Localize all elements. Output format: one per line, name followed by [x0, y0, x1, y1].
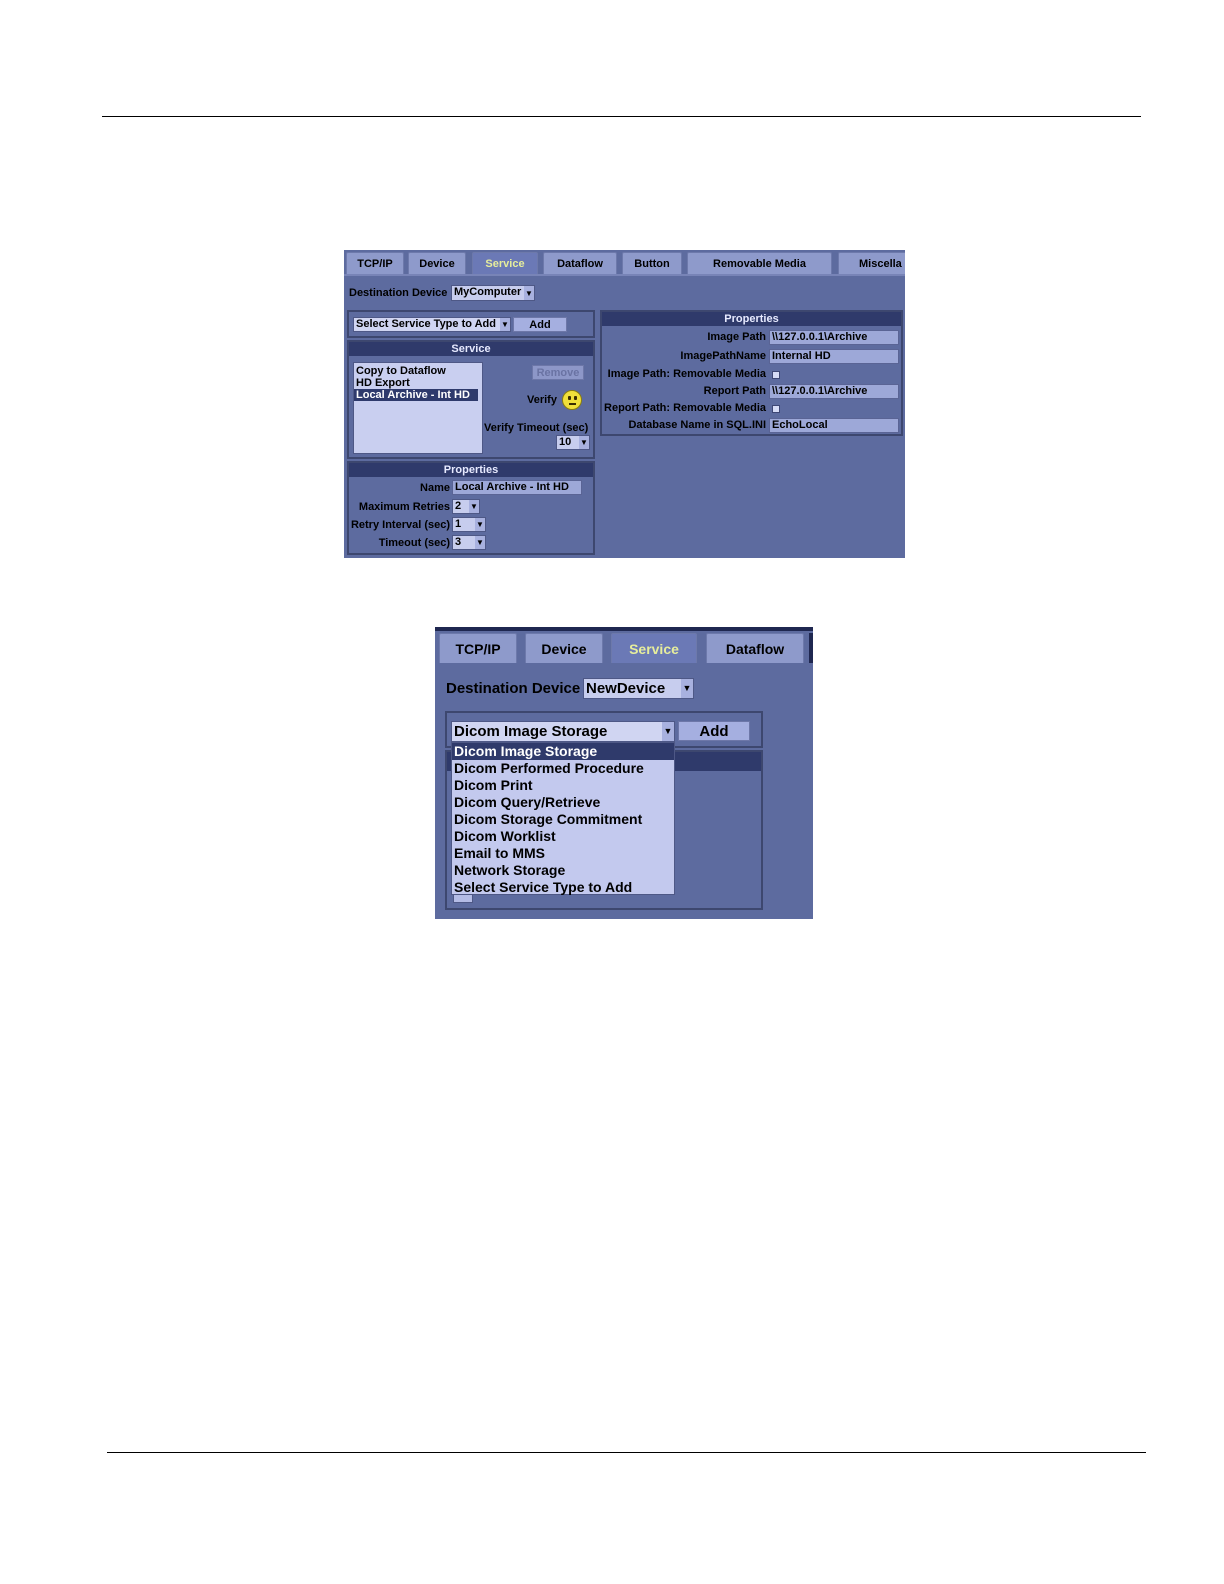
max-retries-select[interactable]: 2 ▼: [452, 499, 480, 514]
tab-tcpip[interactable]: TCP/IP: [439, 633, 517, 663]
smiley-mouth: [569, 403, 576, 405]
smiley-eye-left: [568, 396, 571, 400]
service-list[interactable]: Copy to Dataflow HD Export Local Archive…: [353, 362, 483, 454]
dropdown-option[interactable]: Select Service Type to Add: [452, 879, 674, 896]
image-path-field[interactable]: \\127.0.0.1\Archive: [769, 330, 899, 345]
dropdown-option[interactable]: Network Storage: [452, 862, 674, 879]
dropdown-option[interactable]: Dicom Performed Procedure: [452, 760, 674, 777]
chevron-down-icon: ▼: [524, 286, 534, 300]
chevron-down-icon: ▼: [469, 500, 479, 513]
bottom-rule: [107, 1452, 1146, 1453]
dropdown-option[interactable]: Dicom Print: [452, 777, 674, 794]
right-properties-header: Properties: [602, 312, 901, 326]
neutral-face-icon[interactable]: [562, 390, 582, 410]
verify-timeout-label: Verify Timeout (sec): [484, 422, 589, 434]
destination-device-value: NewDevice: [586, 680, 666, 697]
dropdown-option[interactable]: Dicom Worklist: [452, 828, 674, 845]
tab-device[interactable]: Device: [408, 252, 466, 274]
tab-device[interactable]: Device: [525, 633, 603, 663]
tab-edge: [809, 633, 813, 663]
report-path-field[interactable]: \\127.0.0.1\Archive: [769, 384, 899, 399]
timeout-value: 3: [455, 536, 462, 548]
report-path-removable-label: Report Path: Removable Media: [604, 402, 766, 414]
tab-miscellaneous[interactable]: Miscella: [838, 252, 905, 274]
image-path-name-field[interactable]: Internal HD: [769, 349, 899, 364]
window-top-bar: [435, 627, 813, 631]
add-button[interactable]: Add: [678, 721, 750, 741]
retry-interval-select[interactable]: 1 ▼: [452, 517, 486, 532]
checkbox-icon[interactable]: [772, 371, 780, 379]
chevron-down-icon: ▼: [662, 722, 674, 741]
service-type-dropdown-list[interactable]: Dicom Image Storage Dicom Performed Proc…: [451, 742, 675, 895]
service-list-item[interactable]: Copy to Dataflow: [354, 365, 482, 377]
checkbox-icon[interactable]: [772, 405, 780, 413]
service-list-item-selected[interactable]: Local Archive - Int HD: [354, 389, 478, 401]
service-type-value: Select Service Type to Add: [356, 318, 496, 330]
chevron-down-icon: ▼: [475, 536, 485, 549]
db-name-field[interactable]: EchoLocal: [769, 418, 899, 433]
chevron-down-icon: ▼: [681, 679, 693, 698]
report-path-label: Report Path: [703, 385, 766, 397]
tab-button[interactable]: Button: [622, 252, 682, 274]
destination-device-label: Destination Device: [349, 287, 448, 299]
service-type-select[interactable]: Select Service Type to Add ▼: [353, 317, 511, 332]
destination-device-value: MyComputer: [454, 286, 522, 298]
tab-dataflow[interactable]: Dataflow: [543, 252, 617, 274]
image-path-removable-label: Image Path: Removable Media: [607, 368, 766, 380]
destination-device-select[interactable]: MyComputer ▼: [451, 285, 535, 301]
verify-timeout-select[interactable]: 10 ▼: [556, 435, 590, 450]
name-label: Name: [420, 482, 450, 494]
chevron-down-icon: ▼: [500, 318, 510, 331]
tab-underline: [344, 274, 905, 276]
left-properties-header: Properties: [349, 463, 593, 477]
top-rule: [102, 116, 1141, 117]
max-retries-label: Maximum Retries: [358, 501, 450, 513]
timeout-label: Timeout (sec): [378, 537, 450, 549]
chevron-down-icon: ▼: [579, 436, 589, 449]
dropdown-option[interactable]: Email to MMS: [452, 845, 674, 862]
verify-timeout-value: 10: [559, 436, 572, 448]
retry-interval-label: Retry Interval (sec): [350, 519, 450, 531]
service-type-dropdown-screenshot: TCP/IP Device Service Dataflow Destinati…: [435, 627, 813, 919]
dropdown-option[interactable]: Dicom Storage Commitment: [452, 811, 674, 828]
service-header: Service: [349, 342, 593, 356]
name-field[interactable]: Local Archive - Int HD: [452, 480, 582, 495]
service-list-item[interactable]: HD Export: [354, 377, 482, 389]
retry-interval-value: 1: [455, 518, 462, 530]
tab-dataflow[interactable]: Dataflow: [706, 633, 804, 663]
max-retries-value: 2: [455, 500, 462, 512]
add-button[interactable]: Add: [513, 317, 567, 332]
dropdown-option-highlighted[interactable]: Dicom Image Storage: [452, 743, 674, 760]
service-type-select[interactable]: Dicom Image Storage ▼: [451, 721, 675, 742]
tab-removable-media[interactable]: Removable Media: [687, 252, 832, 274]
service-config-screenshot: TCP/IP Device Service Dataflow Button Re…: [344, 250, 905, 558]
destination-device-select[interactable]: NewDevice ▼: [583, 678, 694, 699]
dropdown-option[interactable]: Dicom Query/Retrieve: [452, 794, 674, 811]
verify-label: Verify: [527, 394, 557, 406]
chevron-down-icon: ▼: [475, 518, 485, 531]
smiley-eye-right: [574, 396, 577, 400]
db-name-label: Database Name in SQL.INI: [628, 419, 766, 431]
image-path-name-label: ImagePathName: [680, 350, 766, 362]
destination-device-label: Destination Device: [446, 680, 581, 697]
timeout-select[interactable]: 3 ▼: [452, 535, 486, 550]
remove-button[interactable]: Remove: [532, 365, 584, 380]
tab-service[interactable]: Service: [472, 252, 538, 274]
tab-service[interactable]: Service: [611, 633, 697, 663]
image-path-label: Image Path: [707, 331, 766, 343]
tab-tcpip[interactable]: TCP/IP: [346, 252, 404, 274]
service-type-value: Dicom Image Storage: [454, 723, 608, 740]
